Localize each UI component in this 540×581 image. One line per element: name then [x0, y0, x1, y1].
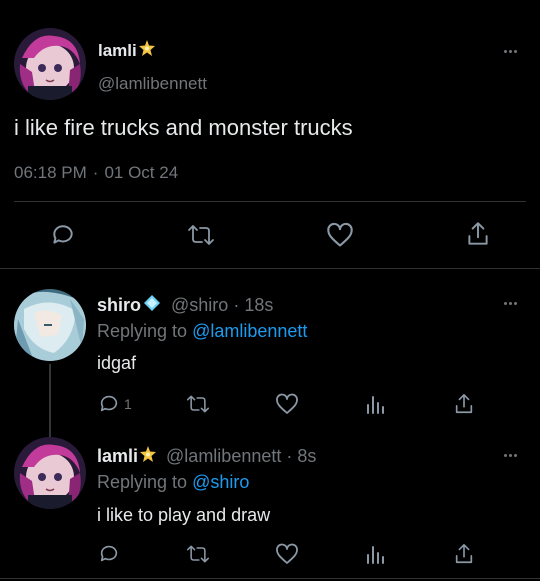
divider: [0, 268, 540, 269]
avatar-lamli[interactable]: [14, 28, 86, 100]
timestamp[interactable]: 18s: [244, 295, 273, 316]
display-name[interactable]: shiro: [97, 295, 141, 316]
tweet-time[interactable]: 06:18 PM: [14, 163, 87, 183]
thread-line: [49, 364, 51, 440]
like-icon[interactable]: [275, 543, 299, 565]
reply-text: idgaf: [97, 353, 137, 373]
like-icon[interactable]: [326, 222, 354, 248]
retweet-icon[interactable]: [186, 393, 210, 415]
tweet-text: i like fire trucks and monster trucks: [14, 115, 353, 140]
replying-prefix: Replying to: [97, 321, 188, 341]
like-icon[interactable]: [275, 393, 299, 415]
retweet-icon[interactable]: [187, 222, 215, 248]
display-name[interactable]: lamli: [98, 41, 137, 61]
reply-count: 1: [124, 396, 132, 412]
share-icon[interactable]: [453, 542, 475, 566]
replying-to-link[interactable]: @lamlibennett: [192, 321, 307, 341]
separator-dot: ·: [286, 446, 293, 466]
separator-dot: ·: [92, 163, 99, 182]
analytics-icon[interactable]: [364, 543, 386, 565]
display-name[interactable]: lamli: [97, 446, 138, 467]
reply-text: i like to play and draw: [97, 505, 271, 525]
star-badge-icon: [140, 446, 157, 467]
more-icon[interactable]: [498, 296, 522, 310]
replying-prefix: Replying to: [97, 472, 188, 492]
avatar-lamli[interactable]: [14, 437, 86, 509]
reply-icon[interactable]: 1: [98, 393, 132, 415]
handle[interactable]: @lamlibennett: [166, 446, 281, 467]
avatar-shiro[interactable]: [14, 289, 86, 361]
share-icon[interactable]: [453, 392, 475, 416]
handle[interactable]: @lamlibennett: [98, 74, 207, 94]
analytics-icon[interactable]: [364, 393, 386, 415]
reply-icon[interactable]: [50, 222, 76, 248]
handle[interactable]: @shiro: [171, 295, 228, 316]
divider: [0, 578, 540, 579]
more-icon[interactable]: [498, 44, 522, 58]
replying-to-link[interactable]: @shiro: [192, 472, 249, 492]
separator-dot: ·: [233, 295, 240, 315]
timestamp[interactable]: 8s: [297, 446, 316, 467]
tweet-date[interactable]: 01 Oct 24: [104, 163, 178, 183]
share-icon[interactable]: [465, 220, 491, 248]
divider: [14, 201, 526, 202]
retweet-icon[interactable]: [186, 543, 210, 565]
diamond-badge-icon: [143, 294, 161, 317]
star-badge-icon: [138, 40, 155, 61]
reply-icon[interactable]: [98, 543, 120, 565]
more-icon[interactable]: [498, 448, 522, 462]
